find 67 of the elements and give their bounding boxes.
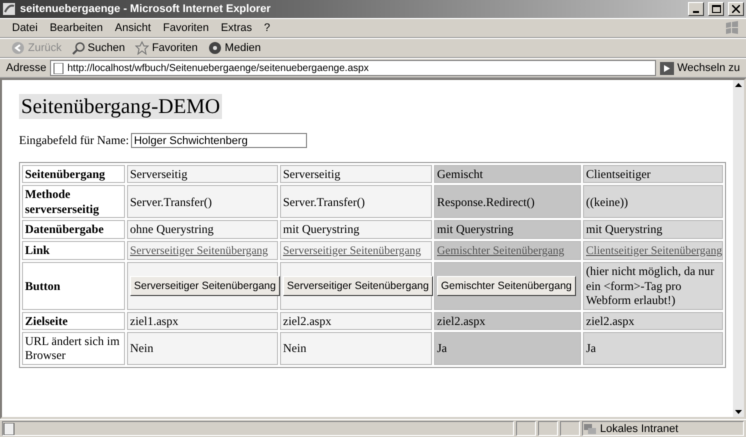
table-cell: Ja xyxy=(434,332,581,365)
toolbar-button[interactable]: Favoriten xyxy=(130,41,203,55)
transition-button[interactable]: Serverseitiger Seitenübergang xyxy=(130,276,280,296)
row-header: Button xyxy=(22,262,125,310)
table-cell: ohne Querystring xyxy=(127,220,278,239)
media-icon xyxy=(208,41,222,55)
table-cell: Nein xyxy=(127,332,278,365)
menu-item[interactable]: Ansicht xyxy=(108,22,157,34)
address-label: Adresse xyxy=(6,62,48,74)
table-cell: ziel2.aspx xyxy=(583,312,723,330)
table-cell: Nein xyxy=(280,332,432,365)
maximize-button[interactable] xyxy=(708,2,724,16)
link[interactable]: Clientseitiger Seitenübergang xyxy=(586,244,722,257)
table-cell: Clientseitiger xyxy=(583,165,723,184)
table-cell: mit Querystring xyxy=(280,220,432,239)
row-header: Datenübergabe xyxy=(22,220,125,239)
table-cell: ((keine)) xyxy=(583,185,723,218)
table-cell: Server.Transfer() xyxy=(127,185,278,218)
row-header: Seitenübergang xyxy=(22,165,125,184)
browser-icon xyxy=(2,2,16,16)
table-cell: Server.Transfer() xyxy=(280,185,432,218)
transition-button[interactable]: Serverseitiger Seitenübergang xyxy=(283,276,433,296)
star-icon xyxy=(134,41,149,55)
menu-item[interactable]: Favoriten xyxy=(156,22,215,34)
page-icon xyxy=(53,62,64,74)
minimize-button[interactable] xyxy=(688,2,704,16)
table-cell: ziel1.aspx xyxy=(127,312,278,330)
search-icon xyxy=(72,42,85,54)
table-cell: (hier nicht möglich, da nur ein <form>-Tag pro Webform erlaubt!) xyxy=(583,262,723,310)
field-label: Eingabefeld für Name: xyxy=(19,133,129,148)
table-cell: ziel2.aspx xyxy=(280,312,432,330)
menu-item[interactable]: Extras xyxy=(214,22,258,34)
table-cell: mit Querystring xyxy=(583,220,723,239)
table-cell: mit Querystring xyxy=(434,220,581,239)
row-header: Methode serverserseitig xyxy=(22,185,125,218)
row-header: Zielseite xyxy=(22,312,125,330)
row-header: URL ändert sich im Browser xyxy=(22,332,125,365)
table-cell: Gemischt xyxy=(434,165,581,184)
table-cell: Response.Redirect() xyxy=(434,185,581,218)
status-pane xyxy=(538,421,558,436)
link[interactable]: Serverseitiger Seitenübergang xyxy=(283,244,422,257)
status-pane xyxy=(560,421,580,436)
status-pane xyxy=(516,421,536,436)
page-heading: Seitenübergang-DEMO xyxy=(19,94,222,119)
close-button[interactable] xyxy=(728,2,744,16)
toolbar-button[interactable]: Medien xyxy=(202,41,266,55)
address-field[interactable]: http://localhost/wfbuch/Seitenuebergaenge/seitenuebergaenge.aspx xyxy=(50,60,656,76)
window-title: seitenuebergaenge - Microsoft Internet Explorer xyxy=(20,3,272,15)
link[interactable]: Serverseitiger Seitenübergang xyxy=(130,244,268,257)
toolbar-button[interactable]: Suchen xyxy=(66,42,130,54)
table-cell: Ja xyxy=(583,332,723,365)
menu-item[interactable]: Datei xyxy=(6,22,44,34)
link[interactable]: Gemischter Seitenübergang xyxy=(437,244,564,257)
zone-label: Lokales Intranet xyxy=(600,422,678,434)
menu-item[interactable]: Bearbeiten xyxy=(44,22,109,34)
table-cell: Serverseitig xyxy=(127,165,278,184)
transition-button[interactable]: Gemischter Seitenübergang xyxy=(437,276,576,296)
close-icon xyxy=(732,5,740,13)
table-cell: Serverseitig xyxy=(280,165,432,184)
row-header: Link xyxy=(22,240,125,260)
name-field[interactable]: Holger Schwichtenberg xyxy=(130,133,307,148)
menu-item[interactable]: ? xyxy=(258,22,276,34)
windows-logo-icon xyxy=(724,21,740,35)
table-cell: ziel2.aspx xyxy=(434,312,581,330)
page-icon xyxy=(3,422,15,434)
go-button[interactable]: Wechseln zu xyxy=(656,62,740,74)
maximize-icon xyxy=(712,5,720,13)
